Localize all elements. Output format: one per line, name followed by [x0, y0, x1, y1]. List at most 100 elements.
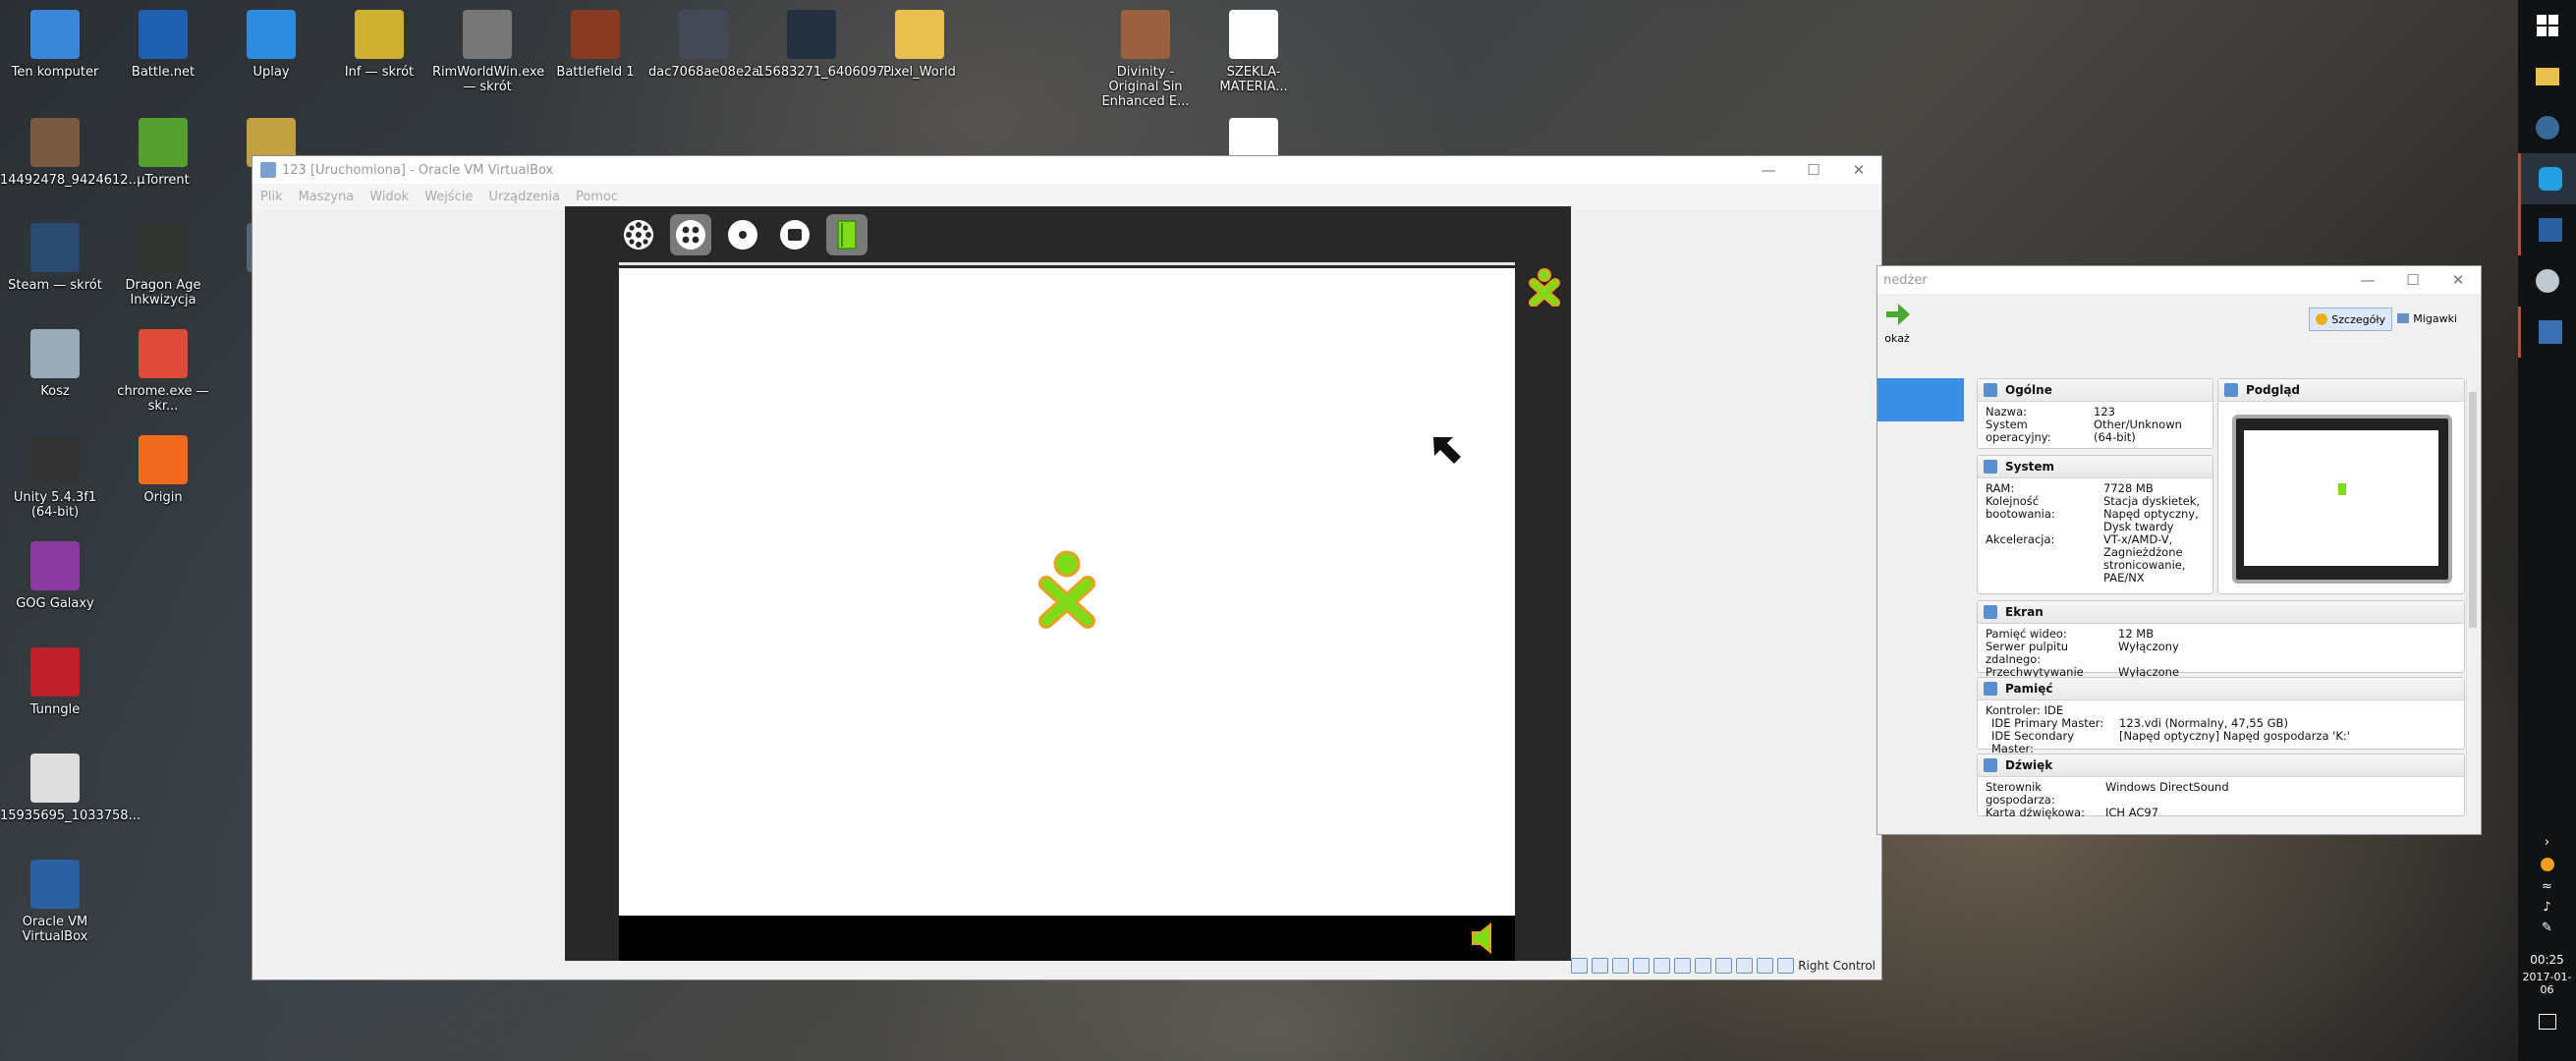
desktop-icon[interactable]: Ten komputer [0, 10, 110, 80]
desktop-icon[interactable]: 15935695_1033758... [0, 754, 140, 823]
storage-header[interactable]: Pamięć [2005, 682, 2052, 696]
volume-icon[interactable]: ♪ [2518, 900, 2576, 915]
activity-view-button[interactable] [774, 214, 815, 255]
virtualbox-manager-taskbar-icon[interactable] [2518, 204, 2576, 255]
clock-date[interactable]: 2017-01-06 [2518, 971, 2576, 996]
desktop-icon[interactable]: Uplay [216, 10, 326, 80]
system-accel-key: Akceleracja: [1986, 532, 2055, 546]
show-button[interactable]: okaż [1877, 300, 1917, 345]
keyboard-icon[interactable] [1777, 958, 1795, 974]
skype-taskbar-icon[interactable] [2518, 153, 2576, 204]
desktop-app-icon [30, 329, 80, 378]
desktop-icon[interactable]: Steam — skrót [0, 223, 110, 293]
clock-time[interactable]: 00:25 [2518, 953, 2576, 967]
vm-title-bar[interactable]: 123 [Uruchomiona] - Oracle VM VirtualBox… [252, 156, 1881, 184]
virtualbox-vm-taskbar-icon[interactable] [2518, 307, 2576, 358]
xo-buddy-icon[interactable] [1526, 265, 1563, 307]
audio-driver-value: Windows DirectSound [2105, 780, 2229, 794]
xo-owner-icon[interactable] [1036, 548, 1097, 629]
menu-plik[interactable]: Plik [252, 190, 291, 204]
wifi-icon[interactable]: ≈ [2518, 879, 2576, 894]
desktop-icon[interactable]: SZEKLA-MATERIA... [1199, 10, 1309, 94]
manager-maximize-button[interactable]: ☐ [2390, 266, 2436, 294]
display-icon[interactable] [1695, 958, 1712, 974]
desktop-icon[interactable]: Inf — skrót [324, 10, 434, 80]
display-header[interactable]: Ekran [2005, 605, 2044, 619]
close-button[interactable]: ✕ [1836, 156, 1881, 184]
desktop-icon[interactable]: 15683271_6406097... [756, 10, 897, 80]
desktop-icon[interactable]: Kosz [0, 329, 110, 399]
cpu-icon[interactable] [1736, 958, 1754, 974]
pen-icon[interactable]: ✎ [2518, 921, 2576, 935]
mouse-integration-icon[interactable] [1757, 958, 1774, 974]
menu-widok[interactable]: Widok [362, 190, 417, 204]
desktop-icon[interactable]: Unity 5.4.3f1 (64-bit) [0, 435, 110, 520]
maximize-button[interactable]: ☐ [1791, 156, 1836, 184]
manager-minimize-button[interactable]: — [2345, 266, 2390, 294]
menu-pomoc[interactable]: Pomoc [568, 190, 626, 204]
desktop-icon[interactable]: Oracle VM VirtualBox [0, 860, 110, 944]
action-center-icon[interactable] [2538, 1014, 2556, 1030]
desktop-icon[interactable]: µTorrent [108, 118, 218, 188]
system-panel: System RAM: 7728 MB Kolejność bootowania:… [1977, 455, 2213, 594]
optical-drive-icon[interactable] [1592, 958, 1609, 974]
preview-thumbnail [2232, 415, 2452, 584]
desktop-icon[interactable]: Battle.net [108, 10, 218, 80]
tray-chevron-icon[interactable]: › [2518, 835, 2576, 850]
journal-button[interactable] [826, 214, 868, 255]
activity-icon [780, 220, 810, 250]
audio-header[interactable]: Dźwięk [2005, 758, 2052, 772]
desktop-icon[interactable]: Pixel_World [865, 10, 975, 80]
journal-icon [837, 220, 857, 250]
menu-urzadzenia[interactable]: Urządzenia [480, 190, 568, 204]
preview-panel: Podgląd [2217, 378, 2465, 594]
manager-window[interactable]: nedżer — ☐ ✕ okaż Szczegóły Migawki Ogól… [1876, 265, 2482, 835]
hdd-icon[interactable] [1571, 958, 1589, 974]
desktop-icon[interactable]: Origin [108, 435, 218, 505]
usb-icon[interactable] [1653, 958, 1671, 974]
video-capture-icon[interactable] [1715, 958, 1733, 974]
system-header[interactable]: System [2005, 460, 2054, 474]
manager-close-button[interactable]: ✕ [2436, 266, 2481, 294]
details-scrollbar[interactable] [2466, 378, 2479, 816]
general-header[interactable]: Ogólne [2005, 383, 2052, 397]
desktop-icon[interactable]: 14492478_9424612... [0, 118, 140, 188]
guest-screen[interactable] [565, 206, 1571, 961]
desktop-icon[interactable]: chrome.exe — skr... [108, 329, 218, 414]
group-view-button[interactable] [670, 214, 711, 255]
snapshots-button[interactable]: Migawki [2393, 307, 2461, 329]
virtualbox-vm-icon [2538, 320, 2562, 344]
desktop-icon[interactable]: Dragon Age Inkwizycja [108, 223, 218, 307]
shared-folders-icon[interactable] [1674, 958, 1692, 974]
desktop-icon[interactable]: Battlefield 1 [540, 10, 650, 80]
speaker-icon[interactable] [1469, 921, 1500, 955]
desktop-icon[interactable]: RimWorldWin.exe — skrót [432, 10, 544, 94]
vm-list-selected-item[interactable] [1877, 378, 1964, 421]
minimize-button[interactable]: — [1746, 156, 1791, 184]
desktop-icon[interactable]: Tunngle [0, 647, 110, 717]
desktop-icon[interactable]: Divinity - Original Sin Enhanced E... [1091, 10, 1201, 109]
app-taskbar-icon[interactable] [2518, 255, 2576, 307]
tray-notification-icon[interactable] [2540, 858, 2554, 871]
details-button[interactable]: Szczegóły [2309, 307, 2392, 331]
menu-wejscie[interactable]: Wejście [417, 190, 480, 204]
manager-title-bar[interactable]: nedżer — ☐ ✕ [1877, 266, 2481, 294]
home-view-canvas[interactable] [619, 268, 1515, 916]
desktop-icon-label: Oracle VM VirtualBox [22, 915, 88, 944]
explorer-taskbar-icon[interactable] [2518, 51, 2576, 102]
home-view-button[interactable] [722, 214, 763, 255]
menu-maszyna[interactable]: Maszyna [291, 190, 363, 204]
desktop-icon-label: Kosz [40, 384, 70, 399]
preview-header[interactable]: Podgląd [2246, 383, 2300, 397]
display-panel: Ekran Pamięć wideo: 12 MB Serwer pulpitu … [1977, 600, 2465, 692]
steam-taskbar-icon[interactable] [2518, 102, 2576, 153]
start-button[interactable] [2518, 0, 2576, 51]
desktop-icon[interactable]: GOG Galaxy [0, 541, 110, 611]
audio-card-value: ICH AC97 [2105, 806, 2159, 819]
vm-window[interactable]: 123 [Uruchomiona] - Oracle VM VirtualBox… [252, 155, 1882, 980]
audio-icon[interactable] [1612, 958, 1630, 974]
neighborhood-view-button[interactable] [618, 214, 659, 255]
desktop-icon[interactable]: dac7068ae08e2a... [648, 10, 772, 80]
network-icon[interactable] [1633, 958, 1651, 974]
system-boot-key: Kolejność bootowania: [1986, 494, 2055, 521]
